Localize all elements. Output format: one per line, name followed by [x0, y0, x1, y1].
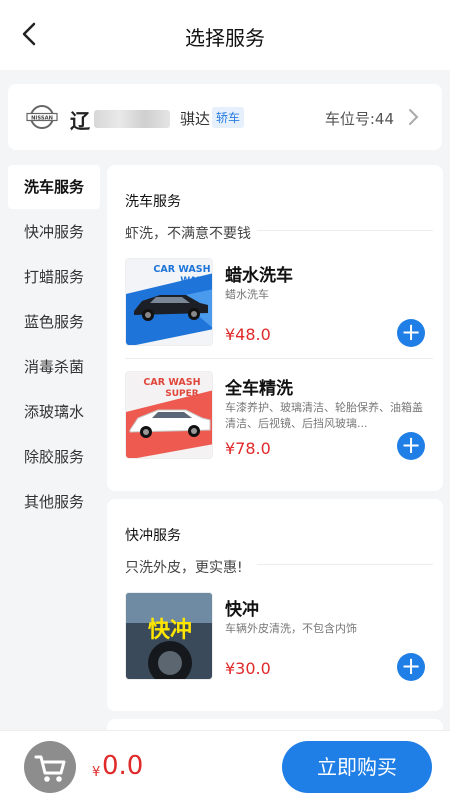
sidebar-item-washer-fluid[interactable]: 添玻璃水: [8, 390, 100, 434]
service-name: 快冲: [225, 600, 259, 620]
service-image-super[interactable]: CAR WASH SUPER: [125, 371, 213, 459]
sidebar-item-wash[interactable]: 洗车服务: [8, 165, 100, 209]
sidebar-item-other[interactable]: 其他服务: [8, 480, 100, 524]
service-image-wax[interactable]: CAR WASH WAX: [125, 258, 213, 346]
service-image-quick[interactable]: 快冲: [125, 592, 213, 680]
cart-total: 0.0: [102, 751, 144, 781]
service-price: ¥48.0: [225, 325, 271, 344]
page-title: 选择服务: [185, 26, 265, 50]
top-bar: 选择服务: [0, 0, 450, 70]
svg-text:CAR WASH: CAR WASH: [143, 377, 200, 388]
cart-icon[interactable]: [24, 741, 76, 793]
divider: [257, 230, 433, 231]
svg-text:WAX: WAX: [180, 276, 203, 286]
currency-symbol: ¥: [92, 765, 101, 780]
sidebar-item-glue-removal[interactable]: 除胶服务: [8, 435, 100, 479]
service-desc: 车辆外皮清洗，不包含内饰: [225, 622, 357, 635]
section-subtitle: 只洗外皮，更实惠!: [125, 560, 243, 576]
svg-text:NISSAN: NISSAN: [31, 115, 53, 121]
section-title: 快冲服务: [125, 528, 181, 544]
divider: [125, 358, 433, 359]
sidebar-item-quick-rinse[interactable]: 快冲服务: [8, 210, 100, 254]
add-to-cart-button[interactable]: +: [397, 319, 425, 347]
service-panel-wash: 洗车服务 虾洗，不满意不要钱 CAR WASH WAX 蜡水洗车 蜡水洗车 ¥4…: [107, 165, 443, 491]
car-type-badge: 轿车: [212, 107, 245, 128]
service-name: 蜡水洗车: [225, 266, 293, 286]
add-to-cart-button[interactable]: +: [397, 432, 425, 460]
service-name: 全车精洗: [225, 379, 293, 399]
divider: [257, 564, 433, 565]
buy-now-button[interactable]: 立即购买: [282, 741, 432, 793]
sidebar-item-wax[interactable]: 打蜡服务: [8, 255, 100, 299]
parking-slot: 车位号:44: [324, 110, 394, 128]
service-panel-quick-rinse: 快冲服务 只洗外皮，更实惠! 快冲 快冲 车辆外皮清洗，不包含内饰 ¥30.0 …: [107, 499, 443, 711]
nissan-logo-icon: NISSAN: [26, 104, 58, 130]
car-model: 骐达: [180, 110, 211, 128]
section-subtitle: 虾洗，不满意不要钱: [125, 226, 251, 242]
plate-blurred: [94, 110, 170, 128]
service-desc: 车漆养护、玻璃清洁、轮胎保养、油箱盖清洁、后视镜、后挡风玻璃...: [225, 401, 423, 430]
add-to-cart-button[interactable]: +: [397, 653, 425, 681]
service-price: ¥30.0: [225, 659, 271, 678]
sidebar-item-disinfect[interactable]: 消毒杀菌: [8, 345, 100, 389]
chevron-right-icon: [406, 108, 420, 126]
bottom-bar: ¥ 0.0 立即购买: [0, 730, 450, 800]
service-price: ¥78.0: [225, 439, 271, 458]
section-title: 洗车服务: [125, 194, 181, 210]
svg-text:CAR WASH: CAR WASH: [153, 264, 210, 275]
plate-prefix: 辽: [70, 109, 90, 133]
sidebar-item-blue[interactable]: 蓝色服务: [8, 300, 100, 344]
svg-text:快冲: 快冲: [148, 618, 192, 643]
car-info-card[interactable]: NISSAN 辽 骐达 轿车 车位号:44: [8, 84, 442, 150]
service-desc: 蜡水洗车: [225, 288, 269, 301]
svg-text:SUPER: SUPER: [165, 389, 199, 399]
